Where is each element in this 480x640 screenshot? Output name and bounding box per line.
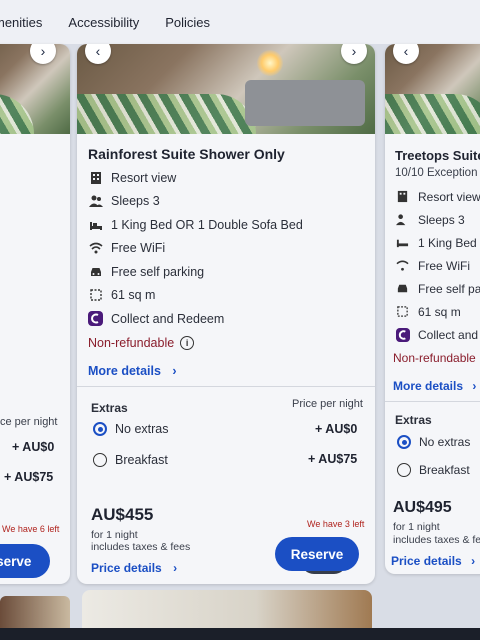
feature-item: Sleeps 3 <box>395 208 480 231</box>
feature-item: Collect and <box>395 323 480 346</box>
extra-price-none: + AU$0 <box>12 440 55 454</box>
price-per-night-label: Price per night <box>292 398 363 410</box>
feature-item: 1 King Bed a <box>395 231 480 254</box>
room-title: Treetops Suite <box>395 148 480 163</box>
room-photo[interactable] <box>82 590 372 630</box>
availability-note: We have 3 left <box>307 519 365 529</box>
more-details-link[interactable]: More details › <box>393 379 476 393</box>
divider <box>77 386 375 387</box>
nav-tab-amenities[interactable]: menities <box>0 15 42 30</box>
price-per-night-label: ce per night <box>0 416 58 428</box>
rewards-icon <box>395 327 410 342</box>
reserve-button[interactable]: Reserve <box>275 537 359 571</box>
room-card-rainforest-suite: ‹ › ▣ 6 Rainforest Suite Shower Only Res… <box>77 44 375 584</box>
price-tax-note: includes taxes & fees <box>393 534 480 546</box>
price-night-note: for 1 night <box>91 529 138 541</box>
nav-tab-policies[interactable]: Policies <box>165 15 210 30</box>
radio-selected[interactable] <box>397 435 411 449</box>
rating-text: 10/10 Exception <box>395 167 478 179</box>
people-icon <box>88 194 103 209</box>
extra-price-breakfast: + AU$75 <box>308 452 358 466</box>
rewards-icon <box>88 311 103 327</box>
room-title: Rainforest Suite Shower Only <box>88 146 285 162</box>
bed-icon <box>395 235 410 250</box>
feature-list: Resort view Sleeps 3 1 King Bed OR 1 Dou… <box>88 166 303 331</box>
feature-item: Resort view <box>395 185 480 208</box>
extra-option-no-extras[interactable]: No extras <box>397 435 470 449</box>
wifi-icon <box>88 241 103 256</box>
more-details-link[interactable]: More details › <box>88 364 177 378</box>
feature-item: Free self par <box>395 277 480 300</box>
next-row-photos <box>0 590 480 630</box>
feature-item: 61 sq m <box>395 300 480 323</box>
price-tax-note: includes taxes & fees <box>91 541 191 553</box>
building-icon <box>395 189 410 204</box>
price-night-note: for 1 night <box>393 521 440 533</box>
chevron-right-icon: › <box>173 561 178 575</box>
os-taskbar <box>0 628 480 640</box>
radio-unselected[interactable] <box>93 453 107 467</box>
area-icon <box>395 304 410 319</box>
extras-heading: Extras <box>91 401 128 415</box>
divider <box>385 401 480 402</box>
extra-option-breakfast[interactable]: Breakfast <box>93 453 168 467</box>
price-details-link[interactable]: Price details › <box>391 554 475 568</box>
room-price: AU$495 <box>393 499 452 516</box>
feature-item: Free self parking <box>88 260 303 284</box>
extra-price-breakfast: + AU$75 <box>4 470 54 484</box>
extra-option-breakfast[interactable]: Breakfast <box>397 463 470 477</box>
feature-item: 61 sq m <box>88 284 303 308</box>
availability-note: We have 6 left <box>2 524 60 534</box>
people-icon <box>395 212 410 227</box>
building-icon <box>88 170 103 185</box>
chevron-right-icon: › <box>172 364 177 378</box>
feature-item: 1 King Bed OR 1 Double Sofa Bed <box>88 213 303 237</box>
nav-tab-accessibility[interactable]: Accessibility <box>68 15 139 30</box>
wifi-icon <box>395 258 410 273</box>
room-photo[interactable] <box>77 44 375 134</box>
info-icon[interactable]: i <box>180 336 195 350</box>
room-photo[interactable] <box>0 596 70 630</box>
feature-item: Free WiFi <box>395 254 480 277</box>
car-icon <box>88 264 103 279</box>
room-card-left: › ▣ 6 ce per night + AU$0 + AU$75 We hav… <box>0 44 70 584</box>
price-details-link[interactable]: Price details › <box>91 561 177 575</box>
room-card-treetops-suite: ‹ Treetops Suite 10/10 Exception Resort … <box>385 44 480 574</box>
area-icon <box>88 288 103 303</box>
radio-selected[interactable] <box>93 422 107 436</box>
refund-policy: Non-refundable <box>393 351 476 365</box>
refund-policy: Non-refundable i <box>88 336 195 350</box>
chevron-right-icon: › <box>472 379 477 393</box>
room-price: AU$455 <box>91 505 154 524</box>
car-icon <box>395 281 410 296</box>
feature-item: Collect and Redeem <box>88 307 303 331</box>
feature-list: Resort view Sleeps 3 1 King Bed a Free W… <box>395 185 480 346</box>
bed-icon <box>88 217 103 232</box>
feature-item: Sleeps 3 <box>88 190 303 214</box>
reserve-button[interactable]: eserve <box>0 544 50 578</box>
radio-unselected[interactable] <box>397 463 411 477</box>
extras-heading: Extras <box>395 413 432 427</box>
chevron-right-icon: › <box>471 554 476 568</box>
feature-item: Resort view <box>88 166 303 190</box>
feature-item: Free WiFi <box>88 237 303 261</box>
top-nav: menities Accessibility Policies <box>0 0 480 44</box>
extra-option-no-extras[interactable]: No extras <box>93 422 169 436</box>
extra-price-none: + AU$0 <box>315 422 358 436</box>
